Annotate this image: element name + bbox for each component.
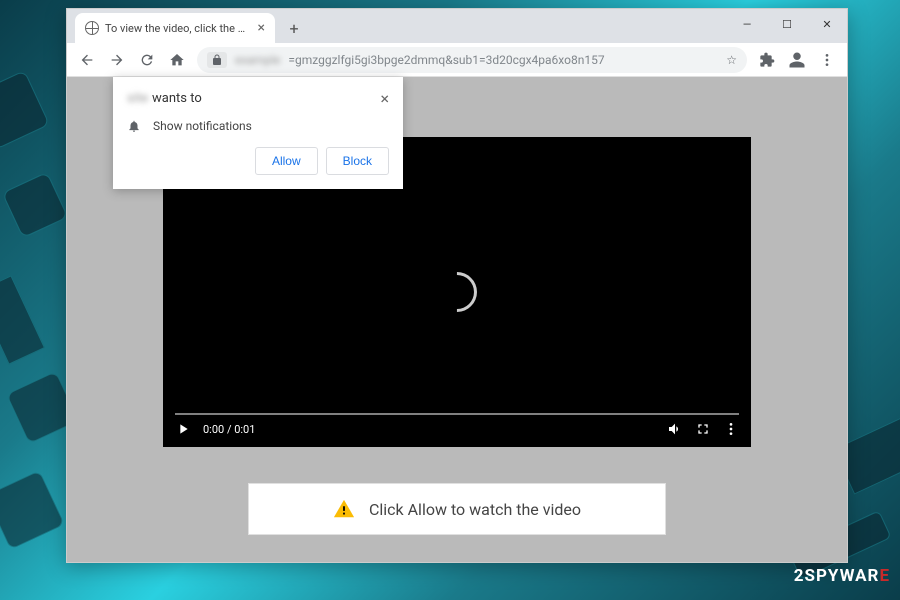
url-hidden-part: example <box>235 53 280 67</box>
background-decoration <box>2 172 68 238</box>
fullscreen-icon <box>695 421 711 437</box>
window-controls: — ☐ ✕ <box>727 9 847 39</box>
background-decoration <box>0 275 45 364</box>
home-icon <box>169 52 185 68</box>
banner-text: Click Allow to watch the video <box>369 500 581 519</box>
tab-title: To view the video, click the Allow… <box>105 22 248 35</box>
globe-icon <box>85 21 99 35</box>
close-tab-icon[interactable]: × <box>258 20 265 36</box>
lock-icon <box>211 54 223 66</box>
arrow-right-icon <box>109 52 125 68</box>
reload-button[interactable] <box>133 46 161 74</box>
browser-window: To view the video, click the Allow… × + … <box>66 8 848 563</box>
notification-origin: site <box>127 91 148 106</box>
minimize-button[interactable]: — <box>727 9 767 39</box>
extensions-button[interactable] <box>753 46 781 74</box>
titlebar: To view the video, click the Allow… × + … <box>67 9 847 43</box>
close-window-button[interactable]: ✕ <box>807 9 847 39</box>
notification-wants-to-label: wants to <box>152 91 202 106</box>
user-icon <box>788 51 806 69</box>
block-button[interactable]: Block <box>326 147 389 175</box>
kebab-menu-icon <box>723 421 739 437</box>
maximize-button[interactable]: ☐ <box>767 9 807 39</box>
watermark-suffix: E <box>879 566 890 586</box>
forward-button[interactable] <box>103 46 131 74</box>
volume-icon <box>667 421 683 437</box>
bell-icon <box>127 119 141 133</box>
page-content: site wants to × Show notifications Allow… <box>67 77 847 562</box>
browser-toolbar: example =gmzggzlfgi5gi3bpge2dmmq&sub1=3d… <box>67 43 847 77</box>
home-button[interactable] <box>163 46 191 74</box>
menu-button[interactable] <box>813 46 841 74</box>
profile-button[interactable] <box>783 46 811 74</box>
video-controls: 0:00 / 0:01 <box>163 411 751 447</box>
notification-permission-popup: site wants to × Show notifications Allow… <box>113 77 403 189</box>
background-decoration <box>0 70 50 150</box>
puzzle-icon <box>759 52 775 68</box>
browser-tab[interactable]: To view the video, click the Allow… × <box>75 13 275 43</box>
watermark-prefix: 2SPYWAR <box>794 566 880 586</box>
notification-permission-label: Show notifications <box>153 119 252 133</box>
url-text: =gmzggzlfgi5gi3bpge2dmmq&sub1=3d20cgx4pa… <box>288 53 604 67</box>
close-icon[interactable]: × <box>380 91 389 107</box>
loading-spinner-icon <box>429 264 486 321</box>
kebab-menu-icon <box>819 52 835 68</box>
address-bar[interactable]: example =gmzggzlfgi5gi3bpge2dmmq&sub1=3d… <box>197 47 747 73</box>
fullscreen-button[interactable] <box>695 421 711 437</box>
video-time-display: 0:00 / 0:01 <box>203 423 255 436</box>
play-button[interactable] <box>175 421 191 437</box>
new-tab-button[interactable]: + <box>281 15 307 41</box>
watermark: 2SPYWARE <box>794 566 890 586</box>
volume-button[interactable] <box>667 421 683 437</box>
instruction-banner: Click Allow to watch the video <box>248 483 666 535</box>
back-button[interactable] <box>73 46 101 74</box>
background-decoration <box>0 470 65 550</box>
video-menu-button[interactable] <box>723 421 739 437</box>
site-info-button[interactable] <box>207 52 227 68</box>
warning-icon <box>333 498 355 520</box>
arrow-left-icon <box>79 52 95 68</box>
reload-icon <box>139 52 155 68</box>
allow-button[interactable]: Allow <box>255 147 318 175</box>
bookmark-star-icon[interactable]: ☆ <box>726 53 737 67</box>
play-icon <box>175 421 191 437</box>
